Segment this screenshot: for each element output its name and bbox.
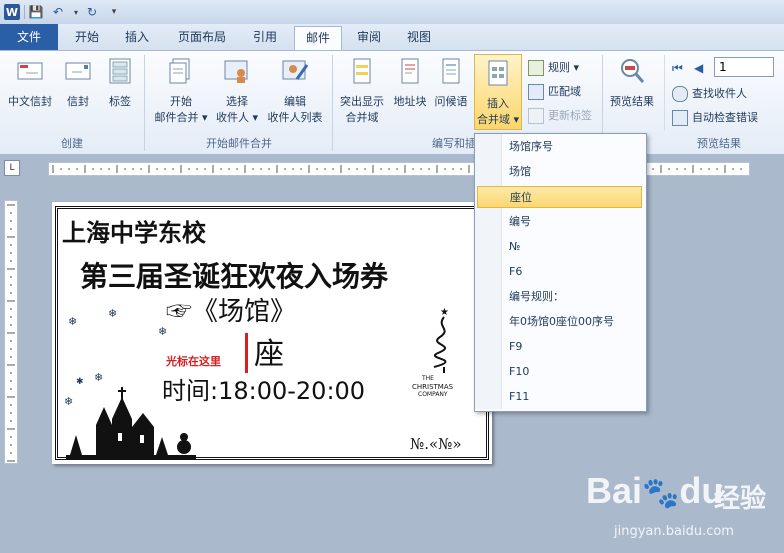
update-labels-icon (528, 108, 544, 124)
recipients-icon (224, 60, 248, 83)
event-title: 第三届圣诞狂欢夜入场券 (80, 260, 389, 293)
redo-icon[interactable]: ↻ (84, 4, 100, 20)
watermark-suffix: 经验 (714, 484, 767, 514)
dropdown-item[interactable]: 场馆 (477, 161, 642, 183)
match-fields-icon (528, 84, 544, 100)
snowflake-icon: ❄ (108, 307, 118, 320)
undo-icon[interactable]: ↶ (50, 4, 66, 20)
start-mail-merge-button[interactable]: 开始 邮件合并 ▾ (150, 57, 212, 127)
edit-list-icon (282, 60, 309, 80)
mail-merge-icon (169, 58, 190, 84)
auto-check-errors-button[interactable]: 自动检查错误 (672, 109, 758, 127)
school-name: 上海中学东校 (62, 218, 206, 247)
labels-icon (109, 58, 131, 84)
dropdown-item[interactable]: 场馆序号 (477, 136, 642, 158)
dropdown-item[interactable]: 编号 (477, 211, 642, 233)
labels-button[interactable]: 标签 (100, 57, 140, 121)
envelope-icon (65, 62, 91, 80)
rules-button[interactable]: 规则 ▾ (528, 59, 579, 77)
address-block-icon (401, 58, 419, 84)
chinese-envelope-icon (17, 62, 43, 80)
record-number-input[interactable] (714, 57, 774, 77)
tab-references[interactable]: 引用 (244, 26, 286, 48)
match-fields-button[interactable]: 匹配域 (528, 83, 581, 101)
insert-merge-field-icon (488, 60, 508, 86)
dropdown-item[interactable]: 编号规则： (477, 286, 642, 308)
word-app-icon[interactable]: W (4, 4, 20, 20)
greeting-line-icon (442, 58, 460, 84)
edit-recipient-list-button[interactable]: 编辑 收件人列表 (262, 57, 328, 127)
envelope-button[interactable]: 信封 (60, 57, 96, 121)
svg-text:★: ★ (440, 307, 449, 318)
logo-text-christmas: CHRISTMAS (412, 383, 454, 391)
tab-review[interactable]: 审阅 (348, 26, 390, 48)
rules-icon (528, 60, 544, 76)
tab-insert[interactable]: 插入 (116, 26, 158, 48)
greeting-line-button[interactable]: 问候语 (430, 57, 472, 111)
cursor-note: 光标在这里 (166, 355, 221, 368)
find-recipient-icon (672, 86, 688, 102)
insert-merge-field-button[interactable]: 插入 合并域 ▾ (474, 54, 522, 130)
first-record-icon[interactable]: ⏮ (672, 61, 683, 76)
merge-field-dropdown: 场馆序号场馆座位编号 № F6 编号规则： 年0场馆0座位00序号 F9 F10 F11 (474, 133, 647, 412)
seat-field: 座 (254, 337, 284, 372)
group-label-write-insert: 编写和插 (432, 137, 476, 150)
ribbon: 中文信封 信封 标签 创建 开始 邮件合并 ▾ 选择 收件人 ▾ 编辑 收件人列… (0, 50, 784, 155)
check-errors-icon (672, 110, 688, 126)
watermark-brand: Bai🐾du (586, 470, 724, 511)
logo-text-the: THE (422, 375, 434, 382)
ticket-frame: 上海中学东校 第三届圣诞狂欢夜入场券 ☞《场馆》 座 光标在这里 时间:18:0… (55, 206, 489, 460)
ribbon-tabs: 文件 开始 插入 页面布局 引用 邮件 审阅 视图 (0, 24, 784, 51)
snowflake-icon: ❄ (158, 325, 168, 338)
address-block-button[interactable]: 地址块 (390, 57, 430, 111)
logo-text-company: COMPANY (418, 391, 448, 398)
tab-file[interactable]: 文件 (0, 24, 58, 50)
highlight-fields-icon (353, 58, 371, 84)
tab-mailings[interactable]: 邮件 (294, 26, 342, 51)
text-cursor-marker (245, 333, 248, 373)
dropdown-item[interactable]: F6 (477, 261, 642, 283)
tab-page-layout[interactable]: 页面布局 (170, 26, 234, 48)
preview-results-button[interactable]: 预览结果 (606, 57, 658, 111)
tab-home[interactable]: 开始 (66, 26, 108, 48)
group-label-create: 创建 (61, 137, 83, 150)
dropdown-item[interactable]: F9 (477, 336, 642, 358)
dropdown-item[interactable]: № (477, 236, 642, 258)
ticket-number-field: №.«№» (410, 435, 462, 453)
dropdown-item[interactable]: F11 (477, 386, 642, 408)
venue-field: ☞《场馆》 (166, 297, 297, 327)
update-labels-button: 更新标签 (528, 107, 592, 125)
snowflake-icon: ❄ (94, 371, 104, 384)
save-icon[interactable]: 💾 (28, 4, 44, 20)
previous-record-icon[interactable]: ◀ (694, 61, 703, 75)
quick-access-menu-icon[interactable]: ▾ (106, 4, 122, 20)
ruler-tab-selector[interactable]: L (4, 160, 20, 176)
dropdown-item[interactable]: 座位 (477, 186, 642, 208)
group-label-preview: 预览结果 (697, 137, 741, 150)
dropdown-item[interactable]: 年0场馆0座位00序号 (477, 311, 642, 333)
dropdown-item[interactable]: F10 (477, 361, 642, 383)
tab-view[interactable]: 视图 (398, 26, 440, 48)
highlight-merge-fields-button[interactable]: 突出显示 合并域 (336, 57, 388, 127)
preview-results-icon (621, 59, 645, 83)
snowflake-icon: ❄ (68, 315, 78, 328)
baidu-watermark: Bai🐾du 经验 jingyan.baidu.com (586, 460, 776, 548)
vertical-ruler[interactable] (4, 200, 18, 464)
select-recipients-button[interactable]: 选择 收件人 ▾ (212, 57, 262, 127)
title-bar: W 💾 ↶ ▾ ↻ ▾ (0, 0, 784, 25)
undo-dropdown-icon[interactable]: ▾ (68, 4, 84, 20)
chinese-envelope-button[interactable]: 中文信封 (4, 57, 56, 121)
find-recipient-button[interactable]: 查找收件人 (672, 85, 747, 103)
watermark-url: jingyan.baidu.com (614, 524, 734, 539)
group-label-start-merge: 开始邮件合并 (206, 137, 272, 150)
church-silhouette-icon (66, 387, 196, 459)
